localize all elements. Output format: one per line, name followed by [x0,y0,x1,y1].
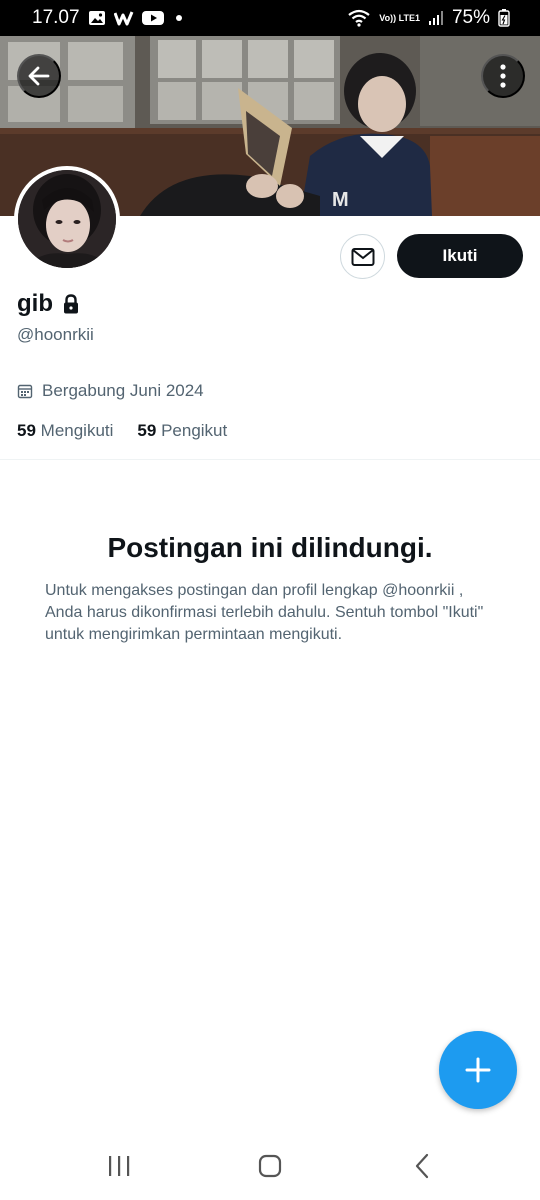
joined-date: Bergabung Juni 2024 [42,381,204,400]
status-bar: 17.07 Vo)) LTE1 75% [0,0,540,36]
wifi-icon [347,9,371,27]
battery-icon [498,9,510,27]
gallery-icon [88,10,106,26]
status-right: Vo)) LTE1 75% [347,7,510,29]
app-w-icon [113,10,134,26]
followers-stat[interactable]: 59 Pengikut [137,421,227,441]
chevron-left-icon [412,1153,432,1179]
profile-divider [0,459,540,460]
protected-description: Untuk mengakses postingan dan profil len… [45,582,484,643]
signal-icon [428,10,444,26]
status-time: 17.07 [32,7,80,28]
network-label: Vo)) LTE1 [379,12,420,23]
profile-screen: 17.07 Vo)) LTE1 75% M Ikuti gib @hoonrki… [0,0,540,1200]
svg-text:M: M [332,189,349,211]
system-nav-bar [0,1130,540,1200]
plus-icon [464,1056,492,1084]
joined-date-row: Bergabung Juni 2024 [17,381,204,401]
avatar[interactable] [14,166,120,272]
follow-stats: 59 Mengikuti 59 Pengikut [17,421,227,441]
calendar-icon [17,383,33,399]
recents-icon [106,1154,132,1178]
following-label: Mengikuti [40,421,114,440]
nav-back-button[interactable] [400,1146,444,1186]
recents-button[interactable] [97,1146,141,1186]
message-button[interactable] [340,234,385,279]
followers-label: Pengikut [161,421,228,440]
followers-count: 59 [137,421,157,440]
lock-icon [62,294,80,314]
home-icon [257,1153,283,1179]
avatar-image [18,170,116,268]
envelope-icon [351,247,375,267]
notification-dot-icon [175,15,182,21]
more-options-button[interactable] [481,54,525,98]
youtube-icon [141,10,164,26]
more-vertical-icon [499,63,507,89]
protected-title: Postingan ini dilindungi. [107,532,433,563]
arrow-left-icon [26,63,52,89]
follow-button[interactable]: Ikuti [397,234,523,278]
back-button[interactable] [17,54,61,98]
display-name: gib [17,290,53,317]
profile-handle: @hoonrkii [17,325,94,344]
home-button[interactable] [248,1146,292,1186]
status-left: 17.07 [32,7,182,29]
compose-button[interactable] [439,1031,517,1109]
following-count: 59 [17,421,36,440]
following-stat[interactable]: 59 Mengikuti [17,421,113,441]
battery-percent: 75% [451,7,490,28]
name-row: gib [17,290,80,318]
